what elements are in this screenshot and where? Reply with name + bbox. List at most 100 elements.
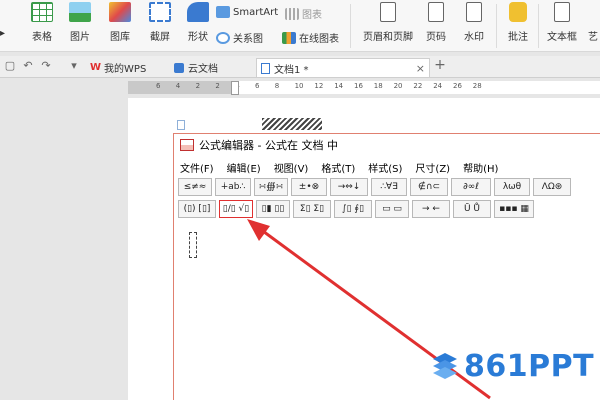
fence-templates[interactable]: (▯) [▯] (178, 200, 216, 218)
menu-size[interactable]: 尺寸(Z) (415, 160, 450, 175)
add-tab-button[interactable]: + (434, 58, 446, 72)
menu-view[interactable]: 视图(V) (274, 160, 309, 175)
watermark-text: 861PPT (464, 348, 595, 384)
art-text-button[interactable]: 艺 (588, 28, 598, 43)
shape-button[interactable]: 形状 (178, 2, 218, 43)
ribbon-left-cut: ▸ (0, 28, 6, 39)
header-footer-icon (380, 2, 396, 22)
page-number-button[interactable]: 页码 (416, 2, 456, 43)
menu-help[interactable]: 帮助(H) (463, 160, 498, 175)
ruler-tick-label: 12 (314, 82, 324, 90)
page-number-icon (428, 2, 444, 22)
ribbon-toolbar: ▸ 表格 图片 图库 截屏 形状 SmartArt 图表 关系图 在线图表 页眉… (0, 0, 600, 52)
logic-palette[interactable]: ∴∀∃ (371, 178, 407, 196)
bar-templates[interactable]: ▭ ▭ (375, 200, 409, 218)
page-corner-icon (177, 120, 185, 130)
wps-logo-icon: W (90, 62, 102, 73)
ruler-tick-label: 2 (195, 82, 201, 90)
equation-input-slot[interactable] (189, 232, 197, 258)
equation-app-icon (180, 139, 194, 151)
ruler-tick-label: 26 (453, 82, 462, 90)
smartart-button[interactable]: SmartArt (216, 6, 278, 18)
ruler-tick-label: 14 (334, 82, 344, 90)
shape-icon (187, 2, 209, 22)
online-chart-button[interactable]: 在线图表 (282, 30, 339, 45)
tab-cloud-docs[interactable]: 云文档 (170, 58, 222, 77)
screenshot-button[interactable]: 截屏 (140, 2, 180, 43)
header-footer-button[interactable]: 页眉和页脚 (362, 2, 414, 43)
menu-edit[interactable]: 编辑(E) (227, 160, 261, 175)
scissors-icon (149, 2, 171, 22)
ruler-tick-label: 18 (373, 82, 383, 90)
smartart-icon (216, 6, 230, 18)
template-palette-row: (▯) [▯] ▯/▯ √▯ ▯▮ ▯▯ Σ▯ Σ▯ ∫▯ ∮▯ ▭ ▭ → ←… (178, 200, 600, 220)
online-chart-icon (282, 31, 296, 44)
ruler-tick-label: 20 (393, 82, 403, 90)
editor-menu-bar: 文件(F) 编辑(E) 视图(V) 格式(T) 样式(S) 尺寸(Z) 帮助(H… (174, 158, 600, 176)
ruler-tick-label: 22 (413, 82, 423, 90)
relations-palette[interactable]: ≤≠≈ (178, 178, 212, 196)
operators-palette[interactable]: ±•⊗ (291, 178, 327, 196)
menu-style[interactable]: 样式(S) (368, 160, 402, 175)
ruler-tick-label: 16 (354, 82, 363, 90)
greek-upper-palette[interactable]: ΛΩ⊛ (533, 178, 571, 196)
ribbon-separator (538, 4, 539, 48)
ruler-tick-label: 2 (215, 82, 220, 90)
stacked-layers-logo-icon (433, 353, 457, 379)
relation-icon (216, 31, 230, 44)
misc-symbols-palette[interactable]: ∂∞ℓ (451, 178, 491, 196)
integral-templates[interactable]: ∫▯ ∮▯ (334, 200, 372, 218)
ruler-tick-label: 28 (472, 82, 482, 90)
table-button[interactable]: 表格 (22, 2, 62, 43)
cloud-icon (174, 62, 184, 73)
textbox-button[interactable]: 文本框 (540, 2, 584, 43)
ruler-tick-label: 6 (156, 82, 161, 90)
document-icon (261, 62, 270, 74)
undo-icon[interactable]: ↶ (22, 60, 34, 72)
fraction-radical-templates[interactable]: ▯/▯ √▯ (219, 200, 253, 218)
symbol-palette-row: ≤≠≈ ∔ab∴ ∺∰∺ ±•⊗ →⇔↓ ∴∀∃ ∉∩⊂ ∂∞ℓ λωθ ΛΩ⊛ (178, 178, 600, 198)
menu-format[interactable]: 格式(T) (321, 160, 355, 175)
picture-icon (69, 2, 91, 22)
comment-icon (509, 2, 527, 22)
relation-button[interactable]: 关系图 (216, 30, 263, 45)
script-templates[interactable]: ▯▮ ▯▯ (256, 200, 290, 218)
product-templates[interactable]: Ū Ů (453, 200, 491, 218)
ruler-tick-label: 24 (433, 82, 443, 90)
tab-document1[interactable]: 文档1 * × (256, 58, 430, 77)
watermark-button[interactable]: 水印 (454, 2, 494, 43)
chevron-down-icon[interactable]: ▾ (68, 60, 80, 72)
summation-templates[interactable]: Σ▯ Σ▯ (293, 200, 331, 218)
ruler-tick-label: 4 (175, 82, 181, 90)
site-watermark: 861PPT (430, 348, 594, 384)
equation-object-placeholder[interactable] (262, 118, 322, 130)
redo-icon[interactable]: ↷ (40, 60, 52, 72)
editor-title: 公式编辑器 - 公式在 文档 中 (199, 139, 338, 152)
table-icon (31, 2, 53, 22)
embellishments-palette[interactable]: ∺∰∺ (254, 178, 288, 196)
ruler-tick-label: 8 (274, 82, 280, 90)
gallery-icon (109, 2, 131, 22)
matrix-templates[interactable]: ▪▪▪ ▦ (494, 200, 534, 218)
document-tab-bar: ▢ ↶ ↷ ▾ W 我的WPS 云文档 文档1 * × + (0, 56, 600, 78)
sets-palette[interactable]: ∉∩⊂ (410, 178, 448, 196)
picture-button[interactable]: 图片 (60, 2, 100, 43)
menu-file[interactable]: 文件(F) (180, 160, 214, 175)
chart-icon (285, 7, 299, 20)
page-icon[interactable]: ▢ (4, 60, 16, 72)
watermark-icon (466, 2, 482, 22)
ruler-tick-label: 10 (294, 82, 304, 90)
labeled-arrow-templates[interactable]: → ← (412, 200, 450, 218)
close-tab-icon[interactable]: × (416, 62, 425, 75)
editor-title-bar: 公式编辑器 - 公式在 文档 中 (174, 134, 600, 156)
gallery-button[interactable]: 图库 (100, 2, 140, 43)
ruler-marker-icon[interactable] (231, 81, 239, 95)
ribbon-separator (350, 4, 351, 48)
greek-lower-palette[interactable]: λωθ (494, 178, 530, 196)
arrows-palette[interactable]: →⇔↓ (330, 178, 368, 196)
spaces-palette[interactable]: ∔ab∴ (215, 178, 251, 196)
tab-my-wps[interactable]: W 我的WPS (86, 58, 150, 77)
chart-button[interactable]: 图表 (285, 6, 322, 21)
ribbon-separator (496, 4, 497, 48)
comment-button[interactable]: 批注 (498, 2, 538, 43)
